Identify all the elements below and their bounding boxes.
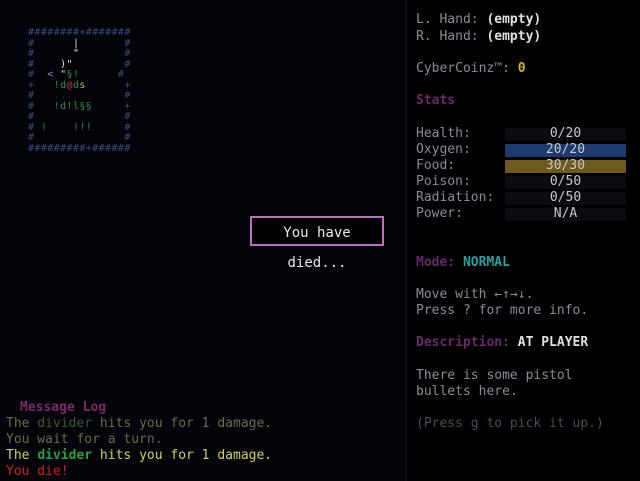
stat-row-food: Food: 30/30: [416, 158, 626, 174]
pickup-hint: (Press g to pick it up.): [416, 416, 604, 431]
stat-label: Oxygen:: [416, 142, 471, 157]
message-log-title: Message Log: [20, 400, 107, 415]
stat-value: N/A: [553, 206, 578, 221]
stat-label: Radiation:: [416, 190, 495, 205]
mode-row: Mode: NORMAL: [416, 255, 510, 271]
stat-label: Poison:: [416, 174, 471, 189]
log-text: hits you for 1 damage.: [92, 416, 273, 431]
log-message: You die!: [6, 464, 69, 479]
map-row: #########+######: [28, 142, 131, 154]
stat-label: Food:: [416, 158, 456, 173]
stats-heading: Stats: [416, 93, 456, 108]
stat-value: 0/50: [549, 174, 582, 189]
sidebar-divider: [405, 0, 407, 481]
stat-label: Health:: [416, 126, 471, 141]
message-log[interactable]: Message Log The divider hits you for 1 d…: [0, 400, 405, 481]
stat-row-oxygen: Oxygen: 20/20: [416, 142, 626, 158]
description-label: Description:: [416, 335, 510, 350]
stat-value: 20/20: [545, 142, 586, 157]
stat-label: Power:: [416, 206, 463, 221]
stat-row-radiation: Radiation: 0/50: [416, 190, 626, 206]
description-line-1: There is some pistol: [416, 368, 573, 383]
death-dialog[interactable]: You have died...: [250, 216, 384, 271]
stat-row-health: Health: 0/20: [416, 126, 626, 142]
help-line-1: Move with ←↑→↓.: [416, 287, 534, 302]
left-hand-label: L. Hand:: [416, 12, 479, 27]
log-text: The: [6, 448, 38, 463]
log-entity: divider: [37, 416, 93, 431]
log-entity: divider: [37, 448, 93, 463]
log-message: You wait for a turn.: [6, 432, 163, 447]
description-row: Description: AT PLAYER: [416, 335, 588, 351]
stat-value: 30/30: [545, 158, 586, 173]
help-line-2: Press ? for more info.: [416, 303, 589, 318]
log-text: hits you for 1 damage.: [92, 448, 273, 463]
description-value: AT PLAYER: [517, 335, 589, 350]
description-line-2: bullets here.: [416, 384, 518, 399]
stat-value: 0/20: [549, 126, 582, 141]
stat-value: 0/50: [549, 190, 582, 205]
left-hand-row: L. Hand: (empty): [416, 12, 541, 28]
log-message: The divider hits you for 1 damage.: [6, 448, 272, 464]
stat-row-poison: Poison: 0/50: [416, 174, 626, 190]
right-hand-row: R. Hand: (empty): [416, 29, 541, 45]
coinz-label: CyberCoinz™:: [416, 61, 510, 76]
log-text: The: [6, 416, 38, 431]
coinz-row: CyberCoinz™: 0: [416, 61, 526, 77]
log-message: The divider hits you for 1 damage.: [6, 416, 272, 432]
mode-value: NORMAL: [462, 255, 510, 270]
mode-label: Mode:: [416, 255, 456, 270]
coinz-value: 0: [517, 61, 526, 76]
left-hand-value: (empty): [486, 12, 542, 27]
stat-row-power: Power: N/A: [416, 206, 626, 222]
death-message: You have died...: [283, 225, 351, 271]
right-hand-label: R. Hand:: [416, 29, 479, 44]
right-hand-value: (empty): [486, 29, 542, 44]
dungeon-map: ########+####### # | # # " # # )" # # < "§! …: [28, 27, 131, 154]
map-viewport[interactable]: ########+####### # | # # " # # )" # # < "§! …: [0, 0, 405, 405]
